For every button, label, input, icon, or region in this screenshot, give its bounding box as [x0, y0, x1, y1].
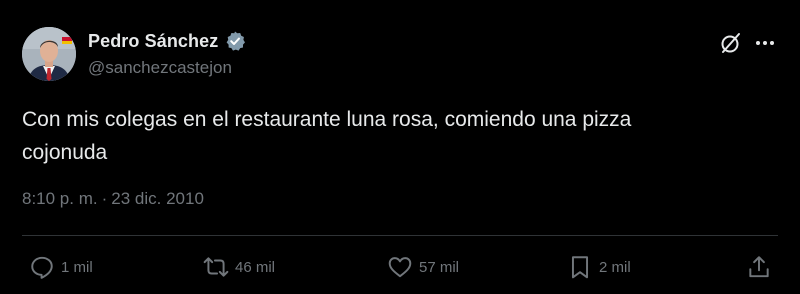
divider	[22, 235, 778, 236]
timestamp-separator: ·	[101, 189, 108, 208]
reply-count: 1 mil	[61, 258, 93, 276]
grok-icon[interactable]	[719, 31, 743, 55]
like-icon	[388, 257, 412, 278]
bookmark-button[interactable]: 2 mil	[567, 254, 631, 280]
tweet-time[interactable]: 8:10 p. m.	[22, 189, 98, 208]
tweet-date[interactable]: 23 dic. 2010	[111, 189, 204, 208]
repost-count: 46 mil	[235, 258, 276, 276]
repost-icon	[203, 257, 229, 277]
reply-button[interactable]: 1 mil	[29, 254, 93, 280]
share-icon	[749, 256, 769, 278]
bookmark-count: 2 mil	[599, 258, 631, 276]
repost-button[interactable]: 46 mil	[203, 254, 275, 280]
tweet-timestamp[interactable]: 8:10 p. m. · 23 dic. 2010	[22, 189, 204, 209]
author-display-name[interactable]: Pedro Sánchez	[88, 31, 218, 52]
avatar-image	[22, 27, 76, 81]
like-count: 57 mil	[419, 258, 460, 276]
author-name-row: Pedro Sánchez	[88, 30, 246, 52]
tweet-card: Pedro Sánchez @sanchezcastejon Con mis c…	[0, 0, 800, 294]
share-button[interactable]	[746, 254, 772, 280]
bookmark-icon	[571, 256, 589, 279]
author-handle[interactable]: @sanchezcastejon	[88, 58, 232, 78]
more-icon[interactable]	[754, 36, 776, 50]
tweet-text-line: Con mis colegas en el restaurante luna r…	[22, 108, 632, 131]
verified-badge-icon[interactable]	[224, 30, 246, 52]
tweet-text-line: cojonuda	[22, 141, 108, 164]
avatar[interactable]	[22, 27, 76, 81]
like-button[interactable]: 57 mil	[387, 254, 459, 280]
tweet-text: Con mis colegas en el restaurante luna r…	[22, 103, 762, 169]
reply-icon	[31, 256, 53, 279]
